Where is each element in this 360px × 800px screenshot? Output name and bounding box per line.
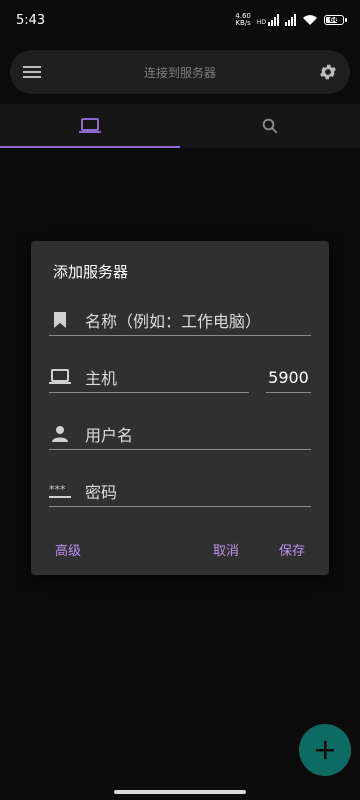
battery-icon: 66 bbox=[324, 15, 347, 25]
menu-icon bbox=[23, 66, 41, 78]
search-icon bbox=[262, 118, 278, 134]
menu-button[interactable] bbox=[20, 60, 44, 84]
username-field[interactable]: 用户名 bbox=[49, 419, 311, 450]
tab-computers[interactable] bbox=[0, 104, 180, 148]
status-time: 5:43 bbox=[16, 12, 46, 28]
cancel-button[interactable]: 取消 bbox=[213, 542, 239, 562]
host-field[interactable]: 主机 bbox=[49, 362, 249, 393]
advanced-button[interactable]: 高级 bbox=[55, 542, 81, 562]
add-server-fab[interactable] bbox=[299, 724, 351, 776]
plus-icon bbox=[316, 741, 334, 759]
status-icons: 4.60 KB/s HD 66 bbox=[235, 12, 347, 27]
app-bar-title[interactable]: 连接到服务器 bbox=[144, 64, 216, 81]
save-button[interactable]: 保存 bbox=[279, 542, 305, 562]
status-bar: 5:43 4.60 KB/s HD 66 bbox=[0, 0, 360, 40]
signal-icon: HD bbox=[257, 14, 279, 26]
svg-text:***: *** bbox=[49, 484, 66, 496]
dialog-title: 添加服务器 bbox=[53, 263, 129, 281]
person-icon bbox=[52, 426, 68, 442]
add-server-dialog: 添加服务器 名称（例如：工作电脑） 主机 5900 用户名 *** 密码 高级 … bbox=[31, 241, 329, 575]
tab-search[interactable] bbox=[180, 104, 360, 148]
network-speed: 4.60 KB/s bbox=[235, 12, 251, 27]
server-name-placeholder: 名称（例如：工作电脑） bbox=[85, 312, 262, 331]
gesture-bar[interactable] bbox=[114, 790, 246, 794]
host-placeholder: 主机 bbox=[85, 369, 118, 388]
laptop-icon bbox=[79, 118, 101, 133]
signal-icon-2 bbox=[285, 14, 296, 26]
server-name-field[interactable]: 名称（例如：工作电脑） bbox=[49, 305, 311, 336]
password-placeholder: 密码 bbox=[85, 483, 118, 502]
gear-icon bbox=[320, 64, 336, 80]
top-app-bar: 连接到服务器 bbox=[10, 50, 350, 94]
settings-button[interactable] bbox=[316, 60, 340, 84]
laptop-icon bbox=[49, 369, 71, 384]
wifi-icon bbox=[303, 15, 317, 25]
port-value: 5900 bbox=[268, 367, 309, 387]
password-field[interactable]: *** 密码 bbox=[49, 476, 311, 507]
port-field[interactable]: 5900 bbox=[266, 362, 311, 393]
bookmark-icon bbox=[54, 312, 66, 328]
tab-bar bbox=[0, 104, 360, 148]
username-placeholder: 用户名 bbox=[85, 426, 134, 445]
password-icon: *** bbox=[49, 484, 71, 498]
